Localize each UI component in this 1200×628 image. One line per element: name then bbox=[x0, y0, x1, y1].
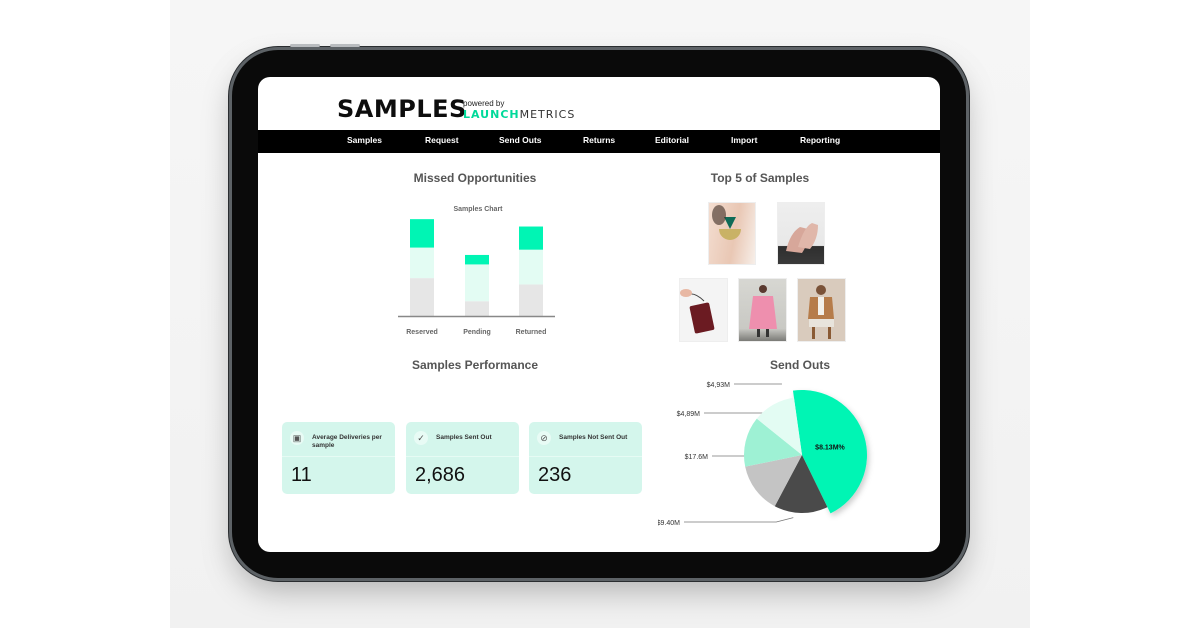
sneakers-icon bbox=[786, 223, 818, 253]
nav-send-outs[interactable]: Send Outs bbox=[499, 135, 542, 145]
kpi-card-samples-not-sent-out[interactable]: ⊘ Samples Not Sent Out 236 bbox=[529, 422, 642, 494]
handbag-photo[interactable] bbox=[679, 278, 728, 342]
card-header: ⊘ Samples Not Sent Out bbox=[529, 422, 642, 457]
send-outs-pie-chart: $8.13M% $9.40M $17.6M $4,89M $4,93M bbox=[658, 382, 867, 527]
bar-reserved-base[interactable] bbox=[410, 278, 434, 316]
pie-label: $4,93M bbox=[707, 382, 731, 389]
card-label: Average Deliveries per sample bbox=[312, 434, 382, 449]
bar-pending-middle[interactable] bbox=[465, 264, 489, 302]
card-value: 11 bbox=[291, 464, 312, 486]
bar-returned-base[interactable] bbox=[519, 284, 543, 316]
x-tick-label: Pending bbox=[463, 329, 491, 336]
bar-returned-top[interactable] bbox=[519, 226, 543, 250]
kpi-card-samples-sent-out[interactable]: ✓ Samples Sent Out 2,686 bbox=[406, 422, 519, 494]
earring-icon bbox=[712, 205, 741, 240]
bar-pending-top[interactable] bbox=[465, 254, 489, 265]
brand-part-2: METRICS bbox=[519, 108, 576, 121]
nav-import[interactable]: Import bbox=[731, 135, 757, 145]
volume-up-button bbox=[290, 44, 320, 47]
nav-reporting[interactable]: Reporting bbox=[800, 135, 840, 145]
app-logo[interactable]: SAMPLES bbox=[337, 95, 467, 123]
card-value: 2,686 bbox=[415, 464, 466, 486]
coat-icon bbox=[749, 285, 777, 337]
main-nav: Samples Request Send Outs Returns Editor… bbox=[258, 130, 940, 153]
pie-label: $17.6M bbox=[685, 454, 709, 461]
bar-reserved-middle[interactable] bbox=[410, 247, 434, 279]
check-circle-icon: ✓ bbox=[414, 431, 428, 445]
nav-request[interactable]: Request bbox=[425, 135, 459, 145]
samples-bar-chart: Reserved Pending Returned bbox=[398, 219, 555, 336]
tablet-frame: SAMPLES powered by LAUNCHMETRICS Samples… bbox=[232, 44, 966, 578]
bar-returned-middle[interactable] bbox=[519, 249, 543, 285]
sneakers-photo[interactable] bbox=[777, 202, 825, 265]
samples-performance-title: Samples Performance bbox=[411, 358, 539, 372]
send-outs-title: Send Outs bbox=[769, 358, 830, 372]
volume-down-button bbox=[330, 44, 360, 47]
app-header: SAMPLES powered by LAUNCHMETRICS bbox=[258, 77, 940, 130]
card-label: Samples Sent Out bbox=[436, 434, 492, 441]
nav-returns[interactable]: Returns bbox=[583, 135, 615, 145]
card-header: ▣ Average Deliveries per sample bbox=[282, 422, 395, 457]
pie-label: $9.40M bbox=[658, 520, 680, 527]
brand-part-1: LAUNCH bbox=[463, 108, 520, 121]
box-icon: ▣ bbox=[290, 431, 304, 445]
nav-editorial[interactable]: Editorial bbox=[655, 135, 689, 145]
pie-label-inside: $8.13M% bbox=[815, 444, 845, 451]
powered-by-text: powered by bbox=[463, 99, 505, 108]
top-samples-title: Top 5 of Samples bbox=[710, 171, 810, 185]
x-tick-label: Reserved bbox=[406, 329, 438, 336]
card-value: 236 bbox=[538, 464, 572, 486]
jacket-icon bbox=[808, 285, 834, 339]
bar-pending-base[interactable] bbox=[465, 301, 489, 316]
brand-logo: LAUNCHMETRICS bbox=[463, 108, 575, 121]
pie-leader-line bbox=[684, 517, 794, 523]
card-label: Samples Not Sent Out bbox=[559, 434, 628, 441]
prohibited-icon: ⊘ bbox=[537, 431, 551, 445]
handbag-icon bbox=[680, 289, 715, 334]
pink-coat-photo[interactable] bbox=[738, 278, 787, 342]
kpi-card-avg-deliveries[interactable]: ▣ Average Deliveries per sample 11 bbox=[282, 422, 395, 494]
camel-jacket-photo[interactable] bbox=[797, 278, 846, 342]
missed-opportunities-title: Missed Opportunities bbox=[413, 171, 537, 185]
pie-label: $4,89M bbox=[677, 411, 701, 418]
card-header: ✓ Samples Sent Out bbox=[406, 422, 519, 457]
nav-samples[interactable]: Samples bbox=[347, 135, 382, 145]
x-tick-label: Returned bbox=[516, 329, 547, 336]
earring-photo[interactable] bbox=[708, 202, 756, 265]
bar-reserved-top[interactable] bbox=[410, 219, 434, 248]
app-screen: SAMPLES powered by LAUNCHMETRICS Samples… bbox=[258, 77, 940, 552]
